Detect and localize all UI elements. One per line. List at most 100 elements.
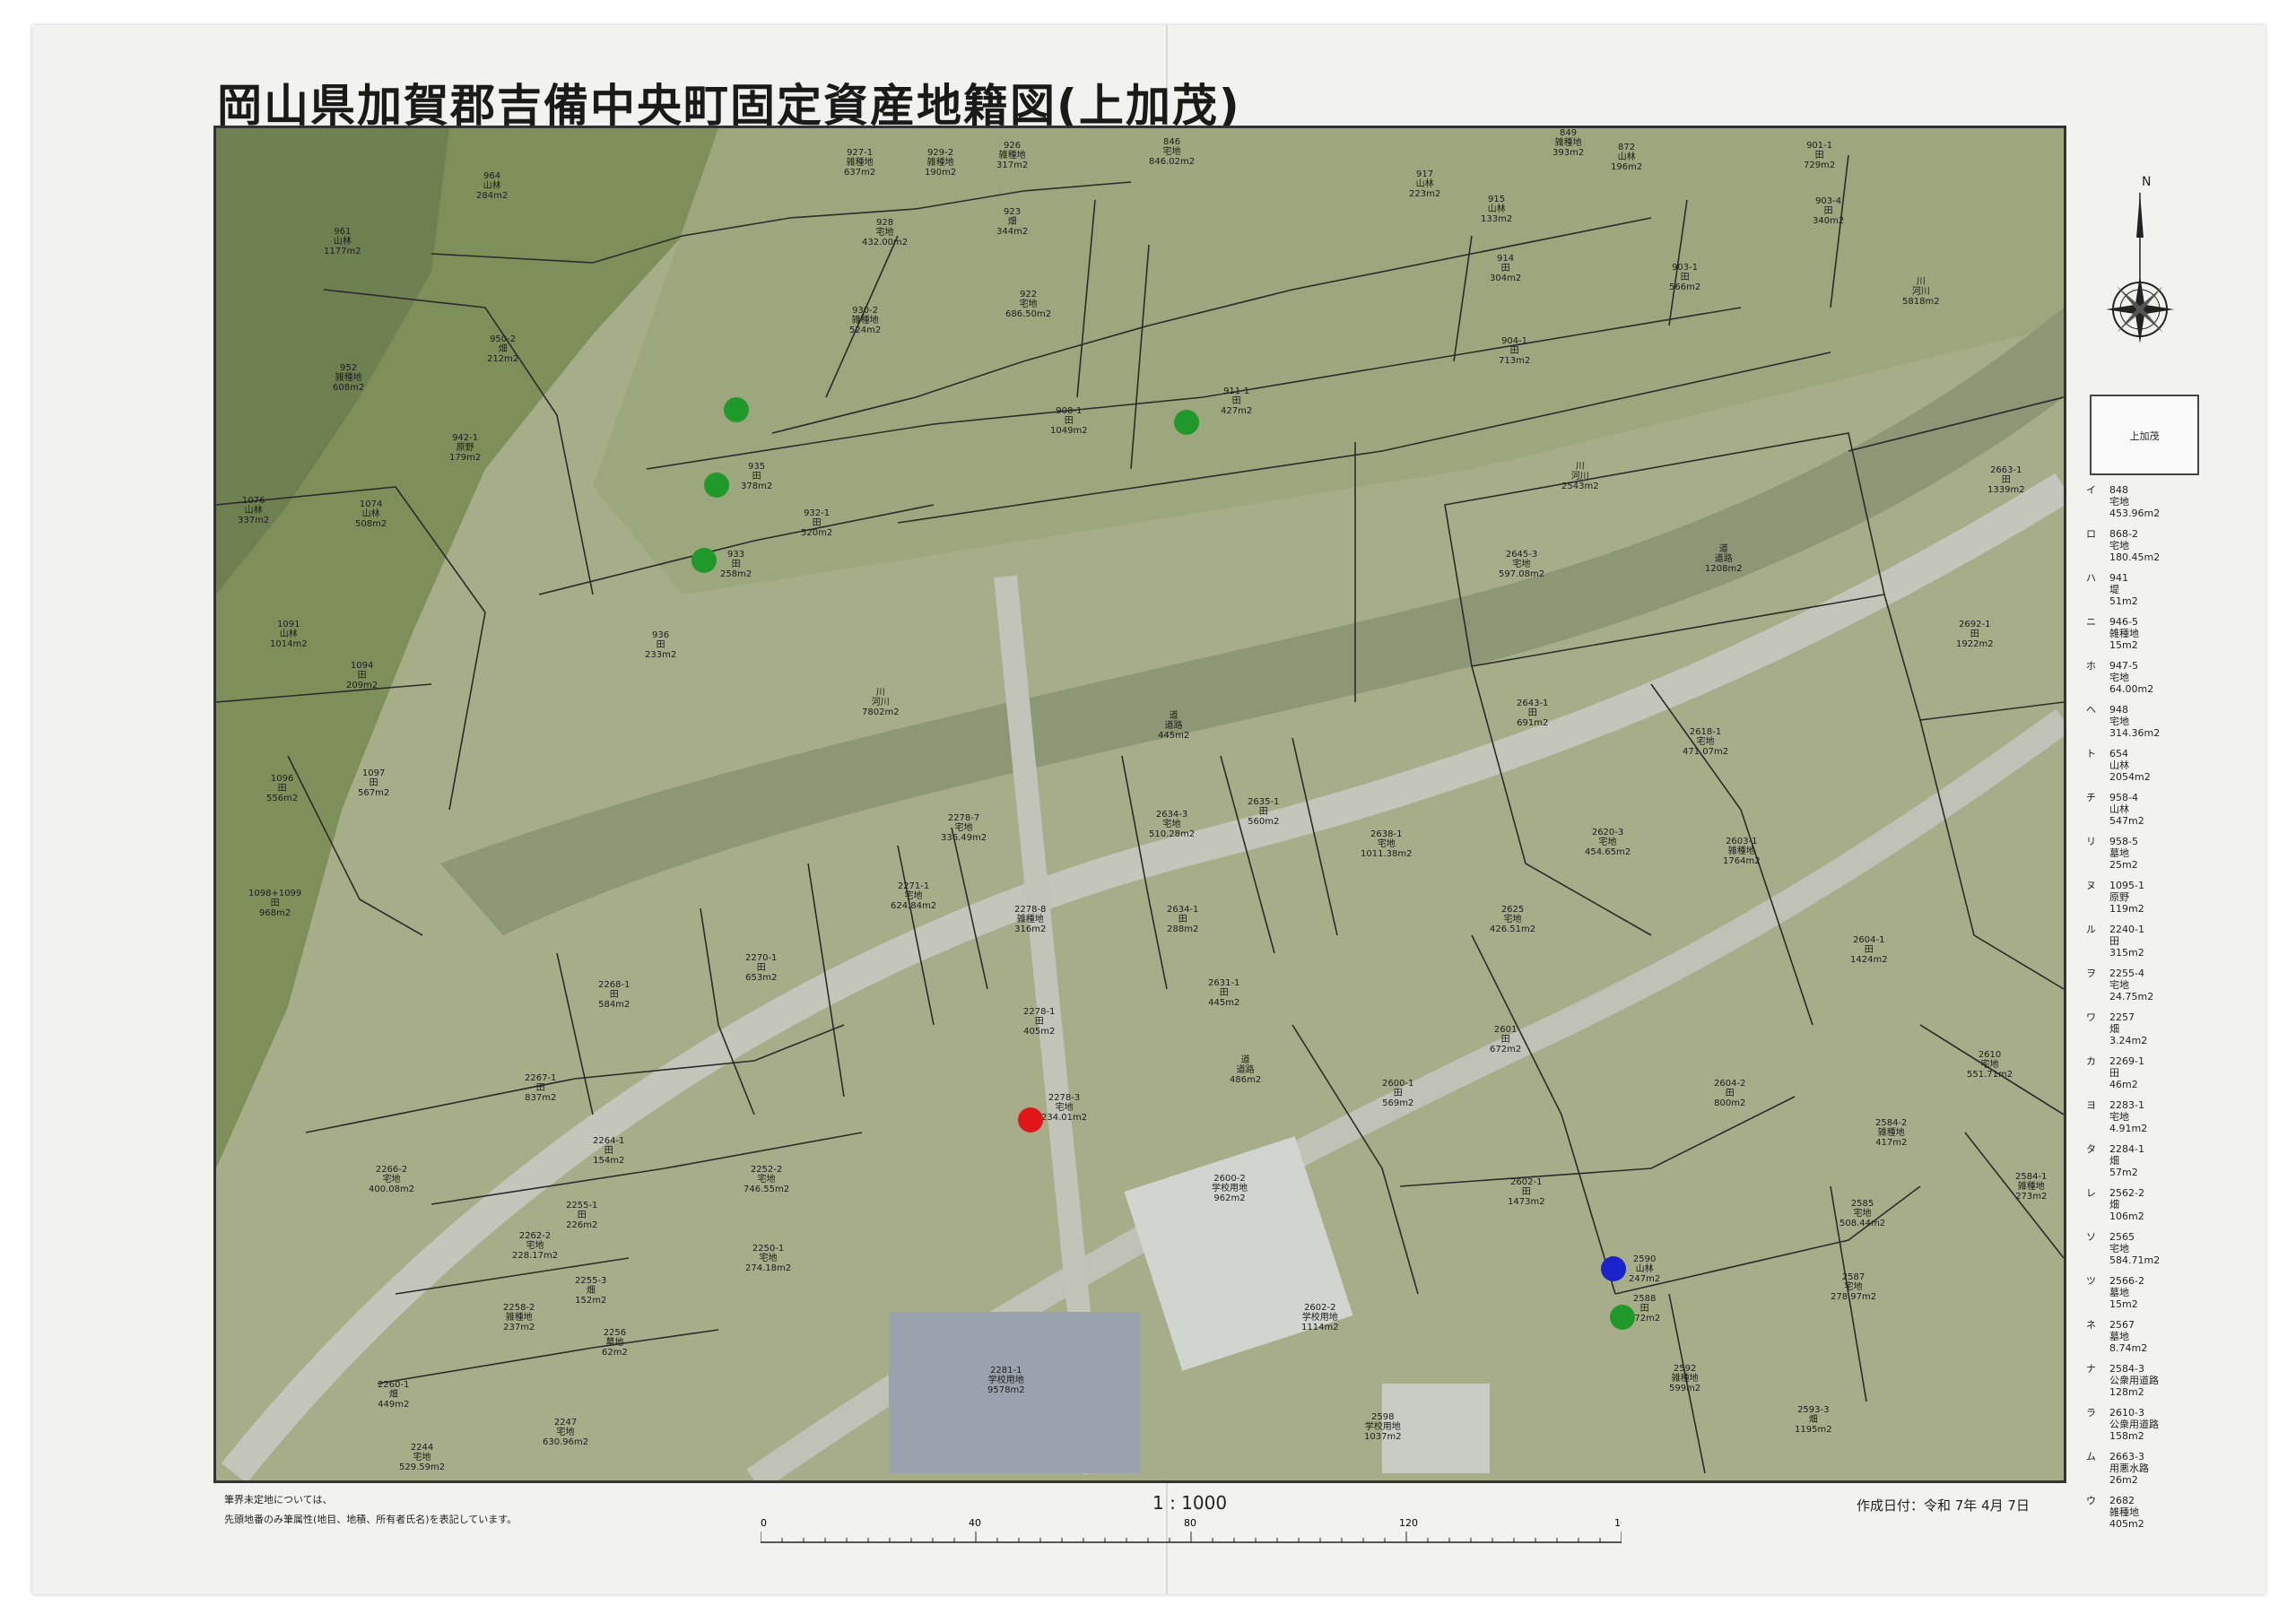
parcel-label: 849 雑種地 393m2: [1552, 128, 1585, 158]
map-marker-green[interactable]: [724, 397, 749, 422]
legend-key: ナ: [2086, 1363, 2096, 1375]
map-marker-green[interactable]: [691, 548, 717, 573]
parcel-label: 1094 田 209m2: [346, 661, 378, 690]
parcel-label: 903-4 田 340m2: [1813, 196, 1845, 226]
parcel-label: 2278-7 宅地 336.49m2: [941, 813, 987, 843]
legend-key: レ: [2086, 1187, 2096, 1199]
legend-value: 2284-1 畑 57m2: [2109, 1143, 2144, 1178]
parcel-label: 846 宅地 846.02m2: [1149, 137, 1196, 167]
map-marker-red[interactable]: [1018, 1107, 1043, 1133]
legend-key: ヲ: [2086, 968, 2096, 979]
parcel-label: 2278-3 宅地 234.01m2: [1041, 1093, 1088, 1123]
parcel-label: 935 田 378m2: [741, 462, 773, 491]
map-marker-green[interactable]: [1610, 1305, 1635, 1330]
scale-bar-label: 40: [969, 1517, 981, 1529]
legend-item: ト 654 山林 2054m2: [2086, 748, 2266, 783]
parcel-label: 2602-2 学校用地 1114m2: [1301, 1303, 1339, 1332]
parcel-label: 2255-1 田 226m2: [566, 1201, 598, 1230]
parcel-label: 933 田 258m2: [720, 550, 752, 579]
parcel-label: 942-1 原野 179m2: [449, 433, 482, 463]
legend-value: 2567 墓地 8.74m2: [2109, 1319, 2148, 1354]
map-marker-green[interactable]: [704, 473, 729, 498]
parcel-label: 872 山林 196m2: [1611, 143, 1643, 172]
legend-key: ソ: [2086, 1231, 2096, 1243]
map-scale: 1 : 1000: [1152, 1492, 1228, 1514]
parcel-label: 2244 宅地 529.59m2: [399, 1443, 446, 1472]
legend-key: ロ: [2086, 528, 2096, 540]
parcel-label: 道 道路 486m2: [1230, 1055, 1262, 1085]
legend-key: ツ: [2086, 1275, 2096, 1287]
legend-item: ナ 2584-3 公衆用道路 128m2: [2086, 1363, 2266, 1398]
parcel-label: 2604-1 田 1424m2: [1850, 935, 1888, 965]
parcel-label: 2264-1 田 154m2: [593, 1136, 625, 1166]
legend-item: イ 848 宅地 453.96m2: [2086, 484, 2266, 519]
parcel-label: 930-2 雑種地 524m2: [849, 306, 882, 335]
parcel-label: 923 畑 344m2: [996, 207, 1029, 237]
legend-key: カ: [2086, 1055, 2096, 1067]
legend-key: ム: [2086, 1451, 2096, 1462]
parcel-label: 2592 雑種地 599m2: [1669, 1364, 1701, 1393]
legend-item: リ 958-5 墓地 25m2: [2086, 836, 2266, 871]
parcel-label: 川 河川 5818m2: [1902, 277, 1940, 307]
parcel-label: 922 宅地 686.50m2: [1005, 290, 1052, 319]
legend-item: ウ 2682 雑種地 405m2: [2086, 1495, 2266, 1530]
parcel-label: 2262-2 宅地 228.17m2: [512, 1231, 559, 1261]
parcel-label: 2638-1 宅地 1011.38m2: [1361, 829, 1413, 859]
parcel-label: 952 雑種地 608m2: [333, 363, 365, 393]
legend-key: ラ: [2086, 1407, 2096, 1419]
legend-item: ヨ 2283-1 宅地 4.91m2: [2086, 1099, 2266, 1134]
legend-value: 2584-3 公衆用道路 128m2: [2109, 1363, 2159, 1398]
parcel-label: 950-2 畑 212m2: [487, 334, 519, 364]
legend-key: ホ: [2086, 660, 2096, 672]
legend-value: 2565 宅地 584.71m2: [2109, 1231, 2161, 1266]
parcel-label: 2587 宅地 278.97m2: [1831, 1272, 1877, 1302]
legend-value: 654 山林 2054m2: [2109, 748, 2151, 783]
legend-value: 2257 畑 3.24m2: [2109, 1011, 2148, 1046]
parcel-label: 2634-3 宅地 510.28m2: [1149, 810, 1196, 839]
parcel-label: 2598 学校用地 1037m2: [1364, 1412, 1402, 1442]
legend-item: レ 2562-2 畑 106m2: [2086, 1187, 2266, 1222]
legend-key: ウ: [2086, 1495, 2096, 1506]
parcel-label: 2255-3 畑 152m2: [575, 1276, 607, 1306]
parcel-label: 2270-1 田 653m2: [745, 953, 778, 983]
legend-item: ワ 2257 畑 3.24m2: [2086, 1011, 2266, 1046]
legend-value: 1095-1 原野 119m2: [2109, 880, 2144, 915]
parcel-label: 964 山林 284m2: [476, 171, 509, 201]
parcel-legend-list: イ 848 宅地 453.96m2 ロ 868-2 宅地 180.45m2 ハ 941 堤…: [2086, 484, 2266, 1539]
parcel-label: 2271-1 宅地 624.84m2: [891, 881, 937, 911]
parcel-label: 道 道路 1208m2: [1705, 544, 1743, 574]
note-line: 先頭地番のみ筆属性(地目、地積、所有者氏名)を表記しています。: [224, 1514, 517, 1525]
parcel-label: 927-1 雑種地 637m2: [844, 148, 876, 178]
parcel-label: 1091 山林 1014m2: [270, 620, 308, 649]
legend-item: ヌ 1095-1 原野 119m2: [2086, 880, 2266, 915]
legend-value: 946-5 雑種地 15m2: [2109, 616, 2139, 651]
map-marker-blue[interactable]: [1601, 1256, 1626, 1281]
parcel-label: 932-1 田 520m2: [801, 508, 833, 538]
legend-value: 2682 雑種地 405m2: [2109, 1495, 2144, 1530]
legend-item: ソ 2565 宅地 584.71m2: [2086, 1231, 2266, 1266]
legend-value: 947-5 宅地 64.00m2: [2109, 660, 2154, 695]
parcel-label: 2584-1 雑種地 273m2: [2015, 1172, 2048, 1202]
scale-bar-label: 120: [1399, 1517, 1418, 1529]
legend-item: ホ 947-5 宅地 64.00m2: [2086, 660, 2266, 695]
compass-rose-icon: [2106, 193, 2174, 343]
legend-item: ニ 946-5 雑種地 15m2: [2086, 616, 2266, 651]
parcel-label: 2278-8 雑種地 316m2: [1014, 905, 1047, 934]
parcel-label: 2631-1 田 445m2: [1208, 978, 1240, 1008]
scale-bar-label: 0: [761, 1517, 767, 1529]
parcel-label: 929-2 雑種地 190m2: [925, 148, 957, 178]
parcel-label: 2643-1 田 691m2: [1517, 699, 1549, 728]
parcel-label: 2603-1 雑種地 1764m2: [1723, 837, 1761, 866]
legend-item: チ 958-4 山林 547m2: [2086, 792, 2266, 827]
created-date: 作成日付：令和 7年 4月 7日: [1857, 1497, 2030, 1514]
parcel-label: 2267-1 田 837m2: [525, 1073, 557, 1103]
parcel-label: 2600-2 学校用地 962m2: [1212, 1174, 1248, 1203]
legend-key: ニ: [2086, 616, 2096, 628]
note-line: 筆界未定地については、: [224, 1494, 333, 1506]
cadastral-map[interactable]: 927-1 雑種地 637m2 929-2 雑種地 190m2 926 雑種地 …: [213, 126, 2066, 1483]
legend-value: 958-5 墓地 25m2: [2109, 836, 2138, 871]
parcel-label: 936 田 233m2: [645, 630, 677, 660]
map-marker-green[interactable]: [1174, 410, 1199, 435]
parcel-label: 2266-2 宅地 400.08m2: [369, 1165, 415, 1194]
legend-item: ヘ 948 宅地 314.36m2: [2086, 704, 2266, 739]
